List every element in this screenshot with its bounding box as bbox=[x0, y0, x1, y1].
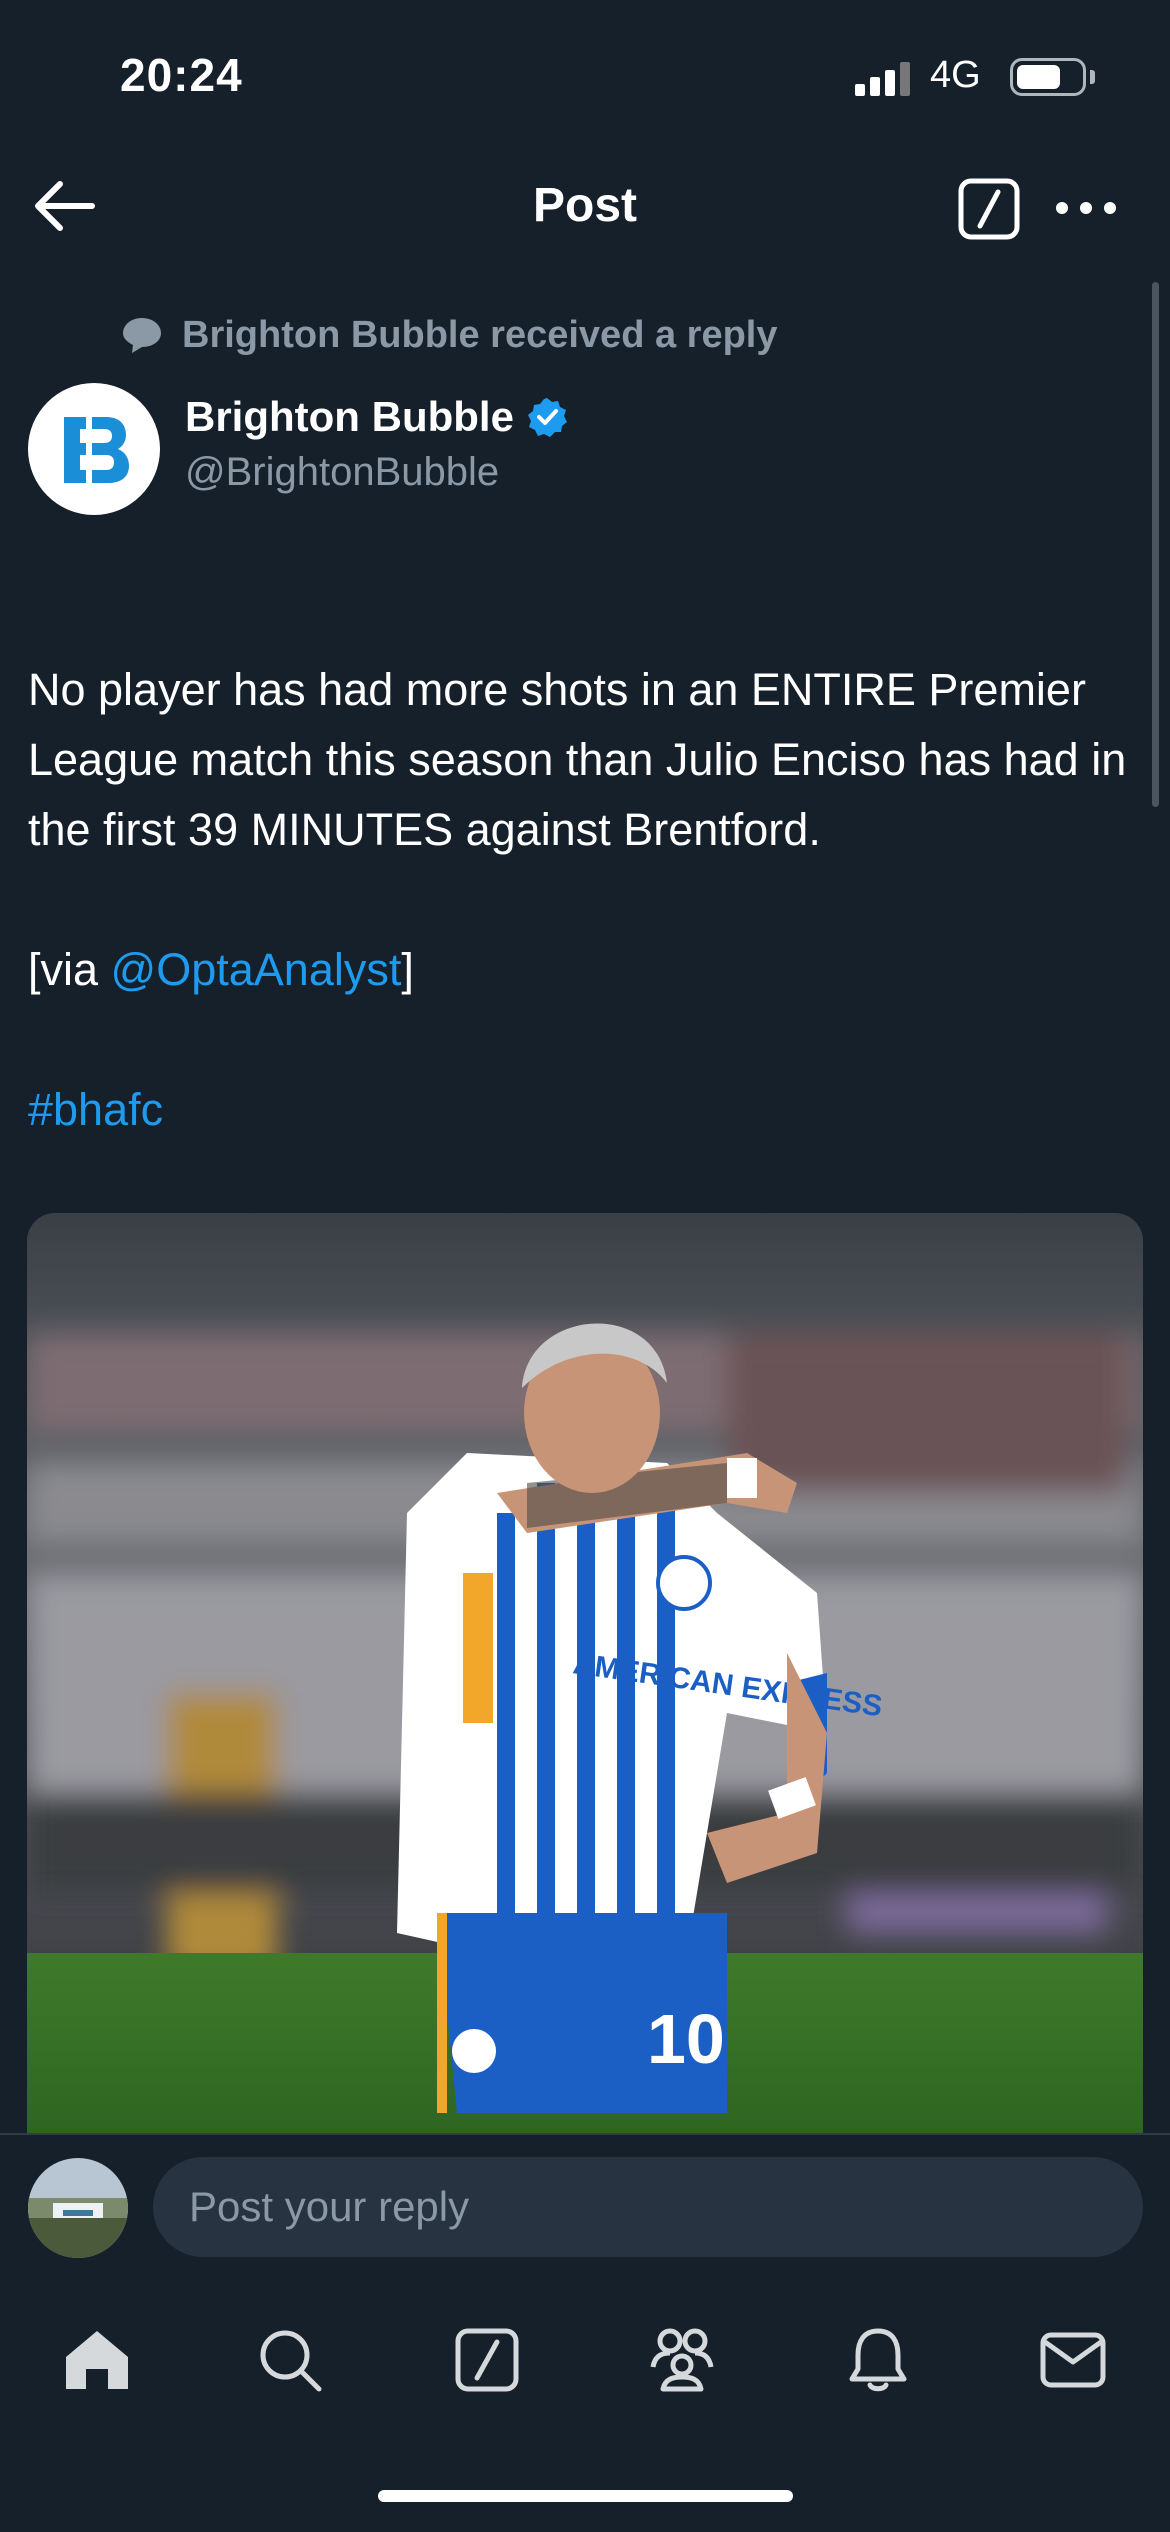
scrollbar[interactable] bbox=[1152, 282, 1159, 807]
reply-input[interactable]: Post your reply bbox=[153, 2157, 1143, 2257]
tweet-main-paragraph bbox=[28, 585, 1138, 655]
status-time: 20:24 bbox=[120, 49, 243, 101]
tweet-media-image[interactable]: 10 AMERICAN EXPRESS bbox=[27, 1213, 1143, 2143]
verified-badge-icon bbox=[527, 398, 567, 437]
more-icon bbox=[1056, 202, 1116, 214]
hashtag-link[interactable]: #bhafc bbox=[28, 1084, 163, 1135]
reply-context: Brighton Bubble received a reply bbox=[120, 310, 777, 360]
author-avatar[interactable] bbox=[28, 383, 160, 515]
paraguay-flag-icon bbox=[28, 601, 80, 637]
signal-strength-icon bbox=[855, 62, 915, 96]
tab-home[interactable] bbox=[57, 2320, 137, 2400]
tweet-via-line: [via @OptaAnalyst] bbox=[28, 935, 1138, 1005]
compose-icon bbox=[958, 178, 1020, 240]
via-suffix: ] bbox=[401, 944, 414, 995]
tweet-main-text: No player has had more shots in an ENTIR… bbox=[28, 664, 1127, 855]
battery-tip bbox=[1090, 70, 1095, 84]
user-avatar[interactable] bbox=[28, 2158, 128, 2258]
search-icon bbox=[260, 2330, 322, 2392]
tweet-text: No player has had more shots in an ENTIR… bbox=[28, 585, 1138, 1145]
tab-notifications[interactable] bbox=[838, 2320, 918, 2400]
shirt-number: 10 bbox=[647, 2000, 725, 2078]
communities-icon bbox=[650, 2328, 714, 2392]
home-indicator[interactable] bbox=[378, 2490, 793, 2502]
tab-messages[interactable] bbox=[1033, 2320, 1113, 2400]
player-photo: 10 AMERICAN EXPRESS bbox=[27, 1213, 1143, 2143]
messages-icon bbox=[1040, 2332, 1106, 2388]
battery-icon bbox=[1010, 58, 1086, 96]
brighton-bubble-logo bbox=[64, 417, 129, 483]
reply-context-text: Brighton Bubble received a reply bbox=[182, 313, 778, 356]
via-prefix: [via bbox=[28, 944, 111, 995]
compose-button[interactable] bbox=[958, 178, 1020, 240]
user-avatar-image bbox=[28, 2158, 128, 2258]
notifications-icon bbox=[849, 2328, 907, 2392]
author-name[interactable]: Brighton Bubble bbox=[185, 393, 568, 441]
home-icon bbox=[66, 2331, 128, 2389]
speech-bubble-icon bbox=[123, 318, 161, 353]
compose-icon bbox=[455, 2328, 519, 2392]
tab-compose[interactable] bbox=[447, 2320, 527, 2400]
more-options-button[interactable] bbox=[1050, 180, 1122, 236]
tab-search[interactable] bbox=[250, 2320, 330, 2400]
tab-communities[interactable] bbox=[642, 2320, 722, 2400]
network-type: 4G bbox=[930, 54, 981, 96]
author-handle[interactable]: @BrightonBubble bbox=[185, 450, 499, 495]
mention-link[interactable]: @OptaAnalyst bbox=[111, 944, 402, 995]
tweet-hashtag-line: #bhafc bbox=[28, 1075, 1138, 1145]
author-name-text: Brighton Bubble bbox=[185, 393, 514, 440]
